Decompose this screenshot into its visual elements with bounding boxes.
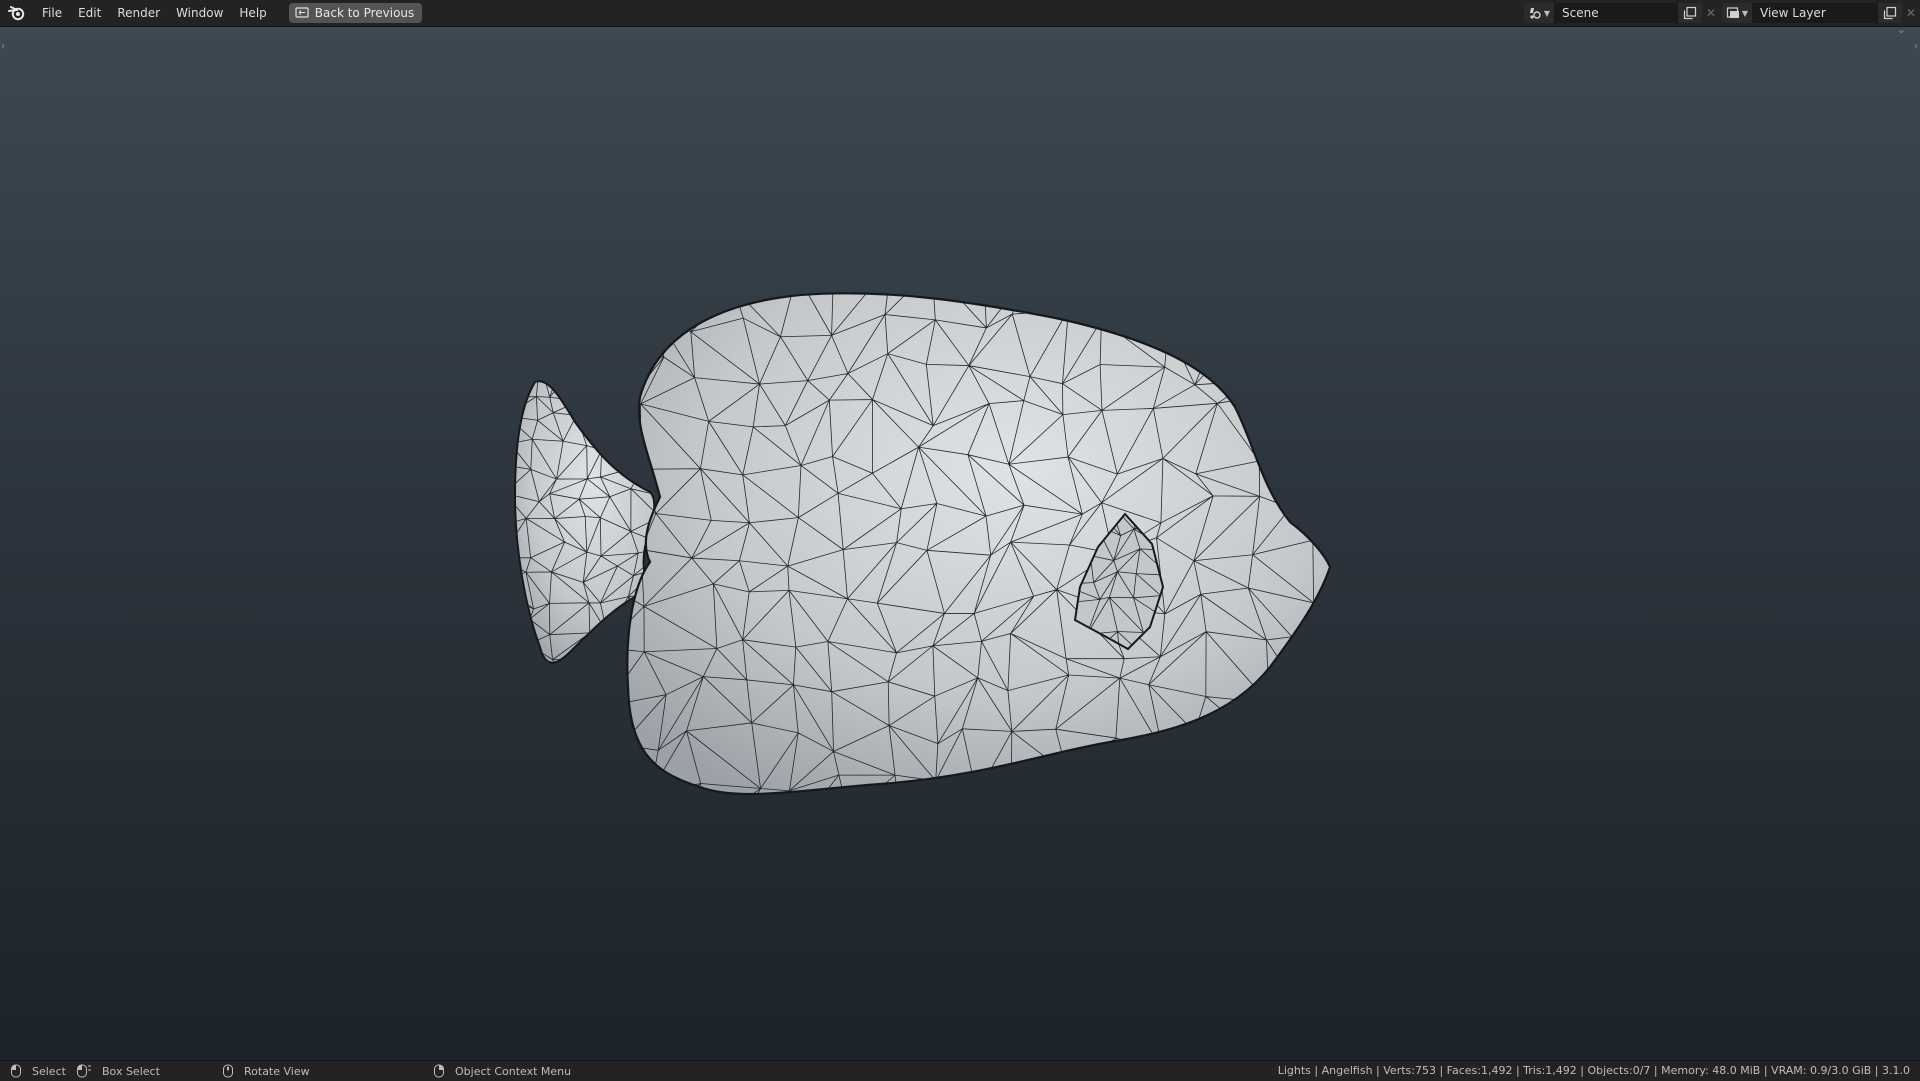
menu-help[interactable]: Help — [231, 0, 274, 26]
new-scene-button[interactable] — [1678, 3, 1702, 23]
mouse-drag-icon — [77, 1064, 91, 1078]
angelfish-mesh[interactable] — [0, 27, 1920, 1060]
back-to-previous-button[interactable]: Back to Previous — [288, 3, 423, 23]
scene-selector: ▼ Scene ✕ — [1524, 3, 1720, 23]
new-view-layer-button[interactable] — [1878, 3, 1902, 23]
duplicate-icon — [1683, 6, 1697, 20]
menu-render[interactable]: Render — [109, 0, 168, 26]
menu-edit[interactable]: Edit — [70, 0, 109, 26]
chevron-down-icon: ▼ — [1543, 8, 1551, 18]
mouse-right-icon — [434, 1064, 444, 1078]
mouse-left-icon — [11, 1064, 21, 1078]
view-layer-name-field[interactable]: View Layer — [1752, 3, 1878, 23]
menu-file[interactable]: File — [34, 0, 70, 26]
chevron-down-icon: ▼ — [1741, 8, 1749, 18]
fish-body — [627, 293, 1330, 795]
view-layer-icon — [1726, 7, 1739, 18]
delete-view-layer-button[interactable]: ✕ — [1902, 3, 1920, 23]
hint-object-context-menu: Object Context Menu — [433, 1061, 571, 1081]
hint-select-label: Select — [32, 1064, 66, 1078]
view-layer-name-text: View Layer — [1760, 6, 1826, 20]
menu-window[interactable]: Window — [168, 0, 231, 26]
hint-rotate-view-label: Rotate View — [244, 1064, 310, 1078]
scene-icon — [1529, 8, 1541, 19]
scene-browse-button[interactable]: ▼ — [1524, 3, 1554, 23]
hint-select: Select — [10, 1061, 66, 1081]
close-icon: ✕ — [1705, 6, 1717, 20]
delete-scene-button[interactable]: ✕ — [1702, 3, 1720, 23]
scene-name-field[interactable]: Scene — [1554, 3, 1678, 23]
hint-box-select-label: Box Select — [102, 1064, 160, 1078]
hint-box-select: Box Select — [76, 1061, 160, 1081]
toolbar-expand-icon[interactable]: › — [1, 41, 5, 52]
scene-statistics: Lights | Angelfish | Verts:753 | Faces:1… — [1277, 1064, 1910, 1077]
scene-name-text: Scene — [1562, 6, 1599, 20]
hint-rotate-view: Rotate View — [222, 1061, 310, 1081]
duplicate-icon — [1883, 6, 1897, 20]
close-icon: ✕ — [1905, 6, 1917, 20]
mouse-middle-icon — [223, 1064, 233, 1078]
blender-logo-icon[interactable] — [0, 0, 34, 26]
view-layer-browse-button[interactable]: ▼ — [1722, 3, 1752, 23]
hint-object-context-menu-label: Object Context Menu — [455, 1064, 572, 1078]
status-bar: Select Box Select Rotate View Object Con… — [0, 1060, 1920, 1081]
sidebar-expand-icon[interactable]: ‹ — [1914, 41, 1918, 52]
view-layer-selector: ▼ View Layer ✕ — [1722, 3, 1920, 23]
screen-back-icon — [295, 7, 309, 18]
back-to-previous-label: Back to Previous — [314, 6, 415, 20]
3d-viewport[interactable]: › ‹ ⌄ — [0, 27, 1920, 1060]
top-bar: File Edit Render Window Help Back to Pre… — [0, 0, 1920, 27]
header-expand-icon[interactable]: ⌄ — [1897, 27, 1906, 36]
